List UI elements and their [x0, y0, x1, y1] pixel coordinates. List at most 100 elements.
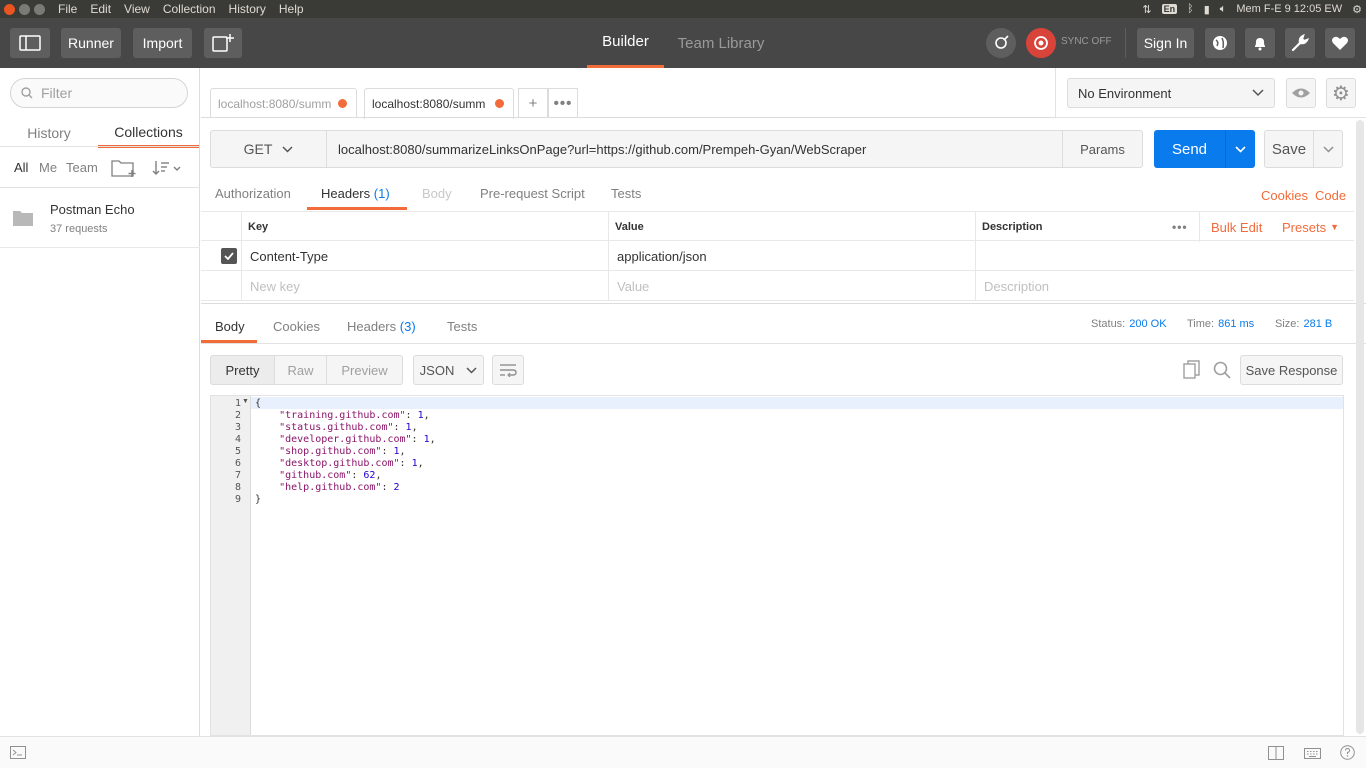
url-input[interactable]: localhost:8080/summarizeLinksOnPage?url=…	[326, 130, 1063, 168]
header-enabled-checkbox[interactable]	[221, 248, 237, 264]
plus-icon: +	[528, 94, 538, 112]
filter-me[interactable]: Me	[39, 160, 57, 175]
line-number: 6	[234, 458, 241, 469]
bulk-edit-link[interactable]: Bulk Edit	[1211, 212, 1262, 242]
menu-history[interactable]: History	[229, 2, 266, 16]
environment-select[interactable]: No Environment	[1067, 78, 1275, 108]
new-tab-button[interactable]: +	[518, 88, 548, 118]
cookies-link[interactable]: Cookies	[1261, 188, 1308, 203]
sign-in-button[interactable]: Sign In	[1137, 28, 1194, 58]
new-button[interactable]	[204, 28, 242, 58]
code-link[interactable]: Code	[1315, 188, 1346, 203]
send-dropdown-button[interactable]	[1225, 130, 1255, 168]
main-scrollbar[interactable]	[1356, 120, 1364, 734]
status-meta: Status: 200 OK	[1091, 318, 1167, 330]
help-button[interactable]	[1340, 745, 1355, 763]
save-response-button[interactable]: Save Response	[1240, 355, 1343, 385]
response-tabs-divider	[201, 343, 1366, 344]
view-raw-button[interactable]: Raw	[274, 355, 327, 385]
column-divider	[1199, 212, 1200, 242]
time-value[interactable]: 861 ms	[1218, 318, 1254, 330]
tab-tests[interactable]: Tests	[611, 186, 641, 201]
copy-response-button[interactable]	[1177, 355, 1207, 385]
menu-edit[interactable]: Edit	[90, 2, 111, 16]
params-button[interactable]: Params	[1062, 130, 1143, 168]
menu-collection[interactable]: Collection	[163, 2, 216, 16]
tab-prerequest-script[interactable]: Pre-request Script	[480, 186, 585, 201]
save-button[interactable]: Save	[1264, 130, 1314, 168]
response-body-editor[interactable]: 1 {2 "training.github.com": 1, 3 "status.g…	[210, 395, 1344, 736]
send-button[interactable]: Send	[1154, 130, 1225, 168]
system-gear-icon[interactable]: ⚙	[1352, 3, 1362, 16]
code-line: "shop.github.com": 1,	[279, 446, 406, 457]
manage-environments-button[interactable]: ⚙	[1326, 78, 1356, 108]
filter-input[interactable]	[41, 85, 181, 101]
notifications-button[interactable]	[1245, 28, 1275, 58]
network-icon[interactable]: ⇅	[1142, 3, 1151, 16]
json-key: "desktop.github.com"	[279, 458, 400, 469]
tab-authorization[interactable]: Authorization	[215, 186, 291, 201]
filter-all[interactable]: All	[14, 160, 28, 175]
code-line: "help.github.com": 2	[279, 482, 400, 493]
tab-collections[interactable]: Collections	[98, 118, 199, 148]
save-dropdown-button[interactable]	[1313, 130, 1343, 168]
status-value[interactable]: 200 OK	[1129, 318, 1166, 330]
toggle-sidebar-button[interactable]	[10, 28, 50, 58]
request-tab-1[interactable]: localhost:8080/summ	[210, 88, 357, 118]
sort-button[interactable]	[152, 159, 182, 180]
tab-options-button[interactable]: •••	[548, 88, 578, 118]
runner-button[interactable]: Runner	[61, 28, 121, 58]
request-tab-2[interactable]: localhost:8080/summ	[364, 88, 514, 119]
response-tab-tests[interactable]: Tests	[447, 319, 477, 334]
response-tab-body[interactable]: Body	[215, 319, 245, 334]
filter-team[interactable]: Team	[66, 160, 98, 175]
clock[interactable]: Mem F-E 9 12:05 EW	[1236, 3, 1342, 15]
more-options-icon[interactable]: •••	[1172, 212, 1188, 242]
fold-arrow-icon[interactable]: ▼	[242, 398, 249, 405]
menu-view[interactable]: View	[124, 2, 150, 16]
tab-builder[interactable]: Builder	[587, 18, 664, 68]
menu-help[interactable]: Help	[279, 2, 304, 16]
globe-button[interactable]	[1205, 28, 1235, 58]
favorites-button[interactable]	[1325, 28, 1355, 58]
line-number: 9	[234, 494, 241, 505]
size-value[interactable]: 281 B	[1303, 318, 1332, 330]
method-select[interactable]: GET	[210, 130, 327, 168]
response-tab-cookies[interactable]: Cookies	[273, 319, 320, 334]
search-response-button[interactable]	[1207, 355, 1237, 385]
menu-file[interactable]: File	[58, 2, 77, 16]
presets-dropdown[interactable]: Presets ▼	[1282, 212, 1339, 242]
volume-icon[interactable]: 🔈︎	[1220, 3, 1227, 16]
new-value-input[interactable]: Value	[617, 271, 649, 301]
tab-history[interactable]: History	[0, 118, 98, 148]
new-description-input[interactable]: Description	[984, 271, 1049, 301]
import-button[interactable]: Import	[133, 28, 192, 58]
interceptor-button[interactable]	[986, 28, 1016, 58]
header-value-cell[interactable]: application/json	[617, 241, 707, 271]
bluetooth-icon[interactable]: ᛒ	[1187, 3, 1194, 15]
window-close-icon[interactable]	[4, 3, 15, 15]
wrap-lines-button[interactable]	[492, 355, 524, 385]
tab-headers[interactable]: Headers (1)	[321, 186, 390, 201]
new-key-input[interactable]: New key	[250, 271, 300, 301]
collection-item-postman-echo[interactable]: Postman Echo 37 requests	[0, 188, 200, 248]
window-maximize-icon[interactable]	[34, 3, 45, 15]
header-key-cell[interactable]: Content-Type	[250, 241, 328, 271]
window-minimize-icon[interactable]	[19, 3, 30, 15]
new-collection-button[interactable]	[111, 158, 137, 181]
chevron-down-icon	[1252, 89, 1264, 97]
format-select[interactable]: JSON	[413, 355, 484, 385]
battery-icon[interactable]: ▮	[1204, 3, 1210, 16]
console-button[interactable]	[10, 746, 26, 762]
environment-quick-look-button[interactable]	[1286, 78, 1316, 108]
settings-button[interactable]	[1285, 28, 1315, 58]
sync-button[interactable]	[1026, 28, 1056, 58]
keyboard-layout-indicator[interactable]: En	[1161, 4, 1178, 14]
response-tab-headers[interactable]: Headers (3)	[347, 319, 416, 334]
view-preview-button[interactable]: Preview	[326, 355, 403, 385]
two-pane-view-button[interactable]	[1268, 746, 1284, 763]
keyboard-shortcuts-button[interactable]	[1304, 747, 1321, 762]
view-pretty-button[interactable]: Pretty	[210, 355, 275, 385]
tab-team-library[interactable]: Team Library	[672, 18, 770, 68]
line-number: 2	[234, 410, 241, 421]
